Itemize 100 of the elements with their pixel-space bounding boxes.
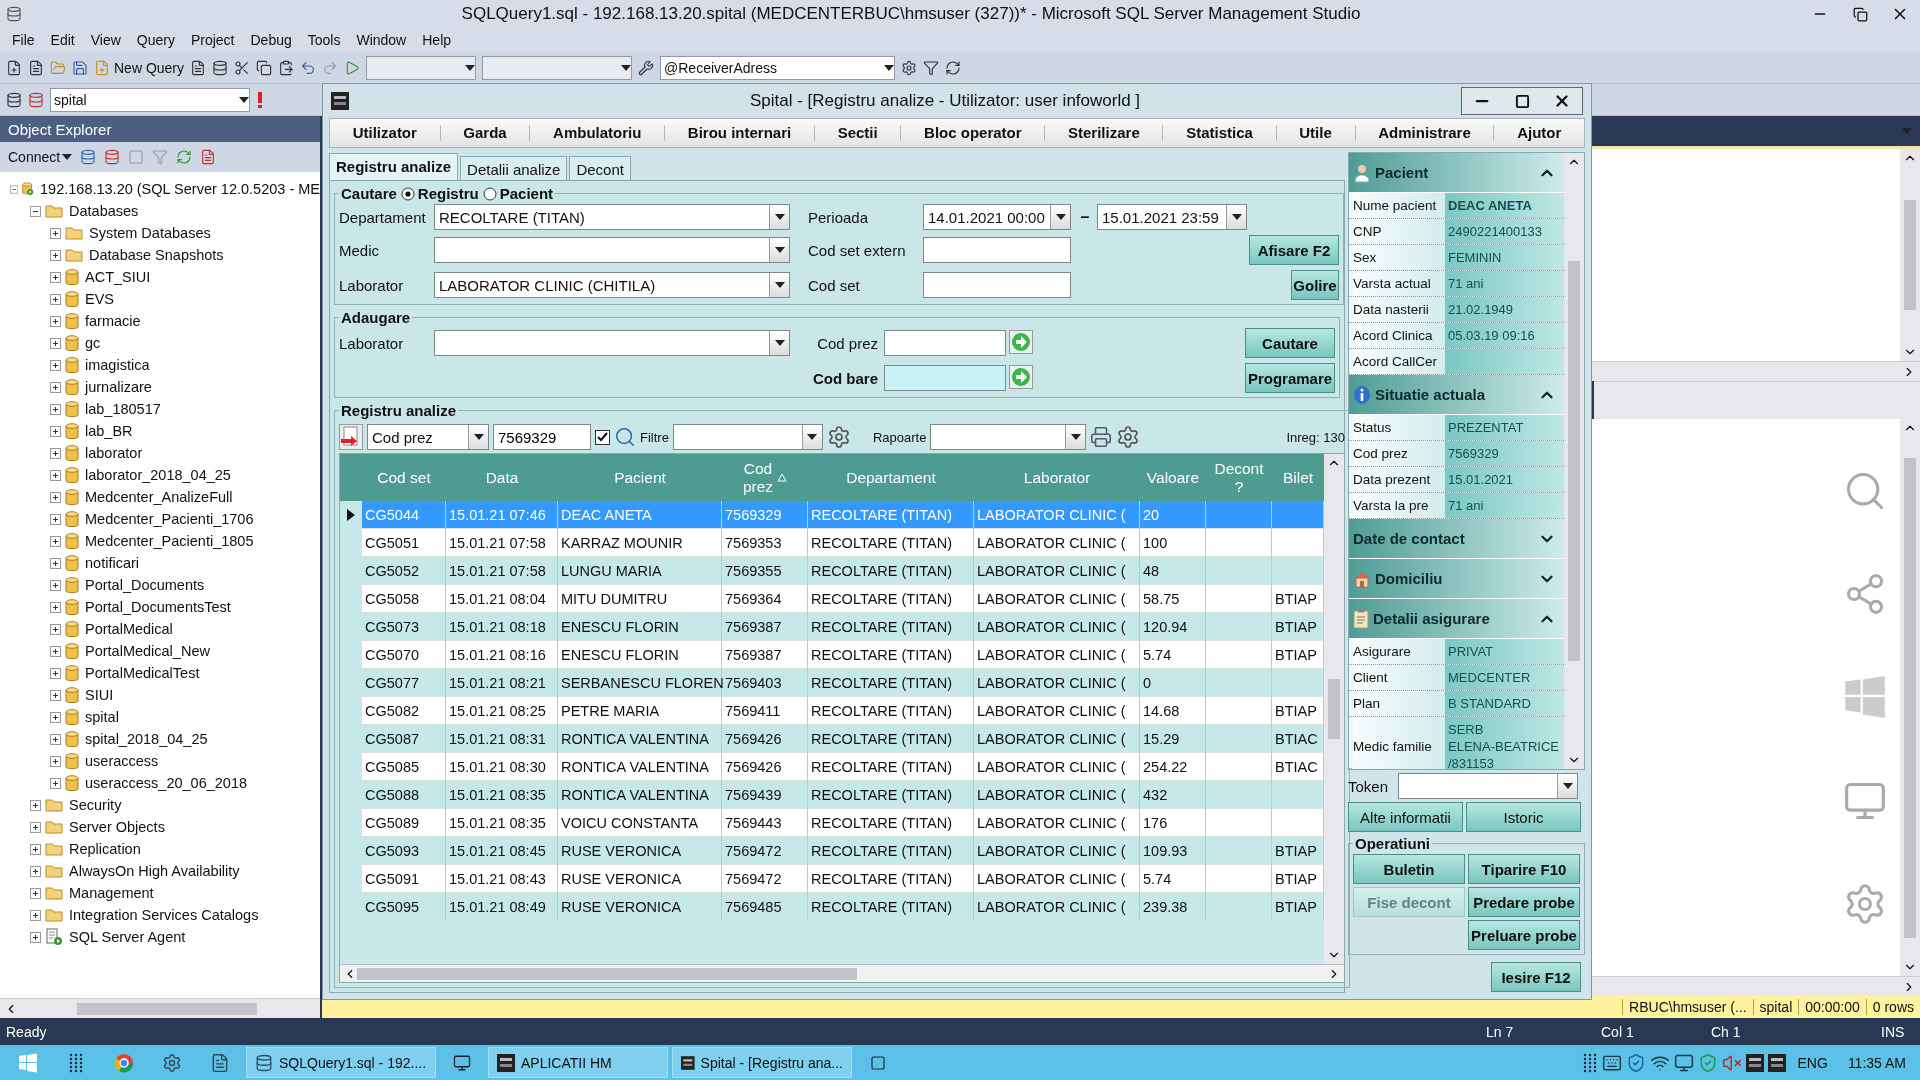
radio-icon[interactable] xyxy=(400,186,415,201)
search-icon[interactable] xyxy=(614,426,636,448)
menu-item[interactable]: Birou internari xyxy=(664,125,814,141)
exit-button[interactable]: Iesire F12 xyxy=(1491,962,1581,992)
tree-item[interactable]: Security xyxy=(69,797,122,813)
table-row[interactable]: CG5070 15.01.21 08:16 ENESCU FLORIN 7569387 RECOLTARE (TITAN) LABORATOR CLINIC ( 5.74 BTIAP xyxy=(340,641,1324,669)
dots-grid-icon[interactable] xyxy=(68,1052,84,1073)
expand-icon[interactable] xyxy=(30,843,41,855)
expand-icon[interactable] xyxy=(50,337,61,349)
expand-icon[interactable] xyxy=(50,359,61,371)
expand-icon[interactable] xyxy=(50,381,61,393)
dropdown[interactable]: Cod prez xyxy=(367,424,489,450)
radio-option[interactable]: Pacient xyxy=(482,185,554,202)
document-icon[interactable] xyxy=(190,59,207,76)
filter-icon[interactable] xyxy=(923,59,940,76)
table-row[interactable]: CG5091 15.01.21 08:43 RUSE VERONICA 7569472 RECOLTARE (TITAN) LABORATOR CLINIC ( 5.74 BTIAP xyxy=(340,865,1324,893)
window-icon[interactable] xyxy=(870,1054,886,1071)
section-header[interactable]: Detalii asigurare xyxy=(1349,599,1564,639)
expand-icon[interactable] xyxy=(50,733,61,745)
date-dropdown[interactable]: 15.01.2021 23:59 xyxy=(1097,204,1247,230)
language-indicator[interactable]: ENG xyxy=(1789,1054,1836,1071)
tree-item[interactable]: useraccess_20_06_2018 xyxy=(85,775,248,791)
dropdown[interactable]: @ReceiverAdress xyxy=(660,55,896,80)
dropdown[interactable] xyxy=(434,330,790,356)
tree-item[interactable]: jurnalizare xyxy=(85,379,152,395)
disconnect-icon[interactable] xyxy=(104,149,121,165)
browser-icon[interactable] xyxy=(114,1052,134,1073)
cut-icon[interactable] xyxy=(234,59,251,76)
document-icon[interactable] xyxy=(28,59,44,76)
tree-item[interactable]: Medcenter_Pacienti_1805 xyxy=(85,533,254,549)
tab[interactable]: Registru analize xyxy=(329,153,459,180)
radio-icon[interactable] xyxy=(482,186,497,201)
section-header[interactable]: Situatie actuala xyxy=(1349,375,1564,415)
expand-icon[interactable] xyxy=(50,711,61,723)
expand-icon[interactable] xyxy=(50,645,61,657)
tree-item[interactable]: lab_180517 xyxy=(85,401,161,417)
tree-item[interactable]: PortalMedical_New xyxy=(85,643,210,659)
export-icon[interactable] xyxy=(339,424,363,450)
go-arrow-icon[interactable] xyxy=(1009,330,1033,354)
expand-icon[interactable] xyxy=(50,557,61,569)
expand-icon[interactable] xyxy=(50,755,61,767)
paste-icon[interactable] xyxy=(278,59,295,76)
checkbox[interactable] xyxy=(595,429,610,445)
dots-grid-icon[interactable] xyxy=(1581,1052,1598,1073)
search-button[interactable]: Cautare xyxy=(1245,328,1335,358)
menu-item[interactable]: Tools xyxy=(299,30,349,50)
expand-icon[interactable] xyxy=(50,293,61,305)
database-dropdown[interactable]: spital xyxy=(50,87,250,112)
menu-item[interactable]: Utilizator xyxy=(330,125,440,141)
expand-icon[interactable] xyxy=(50,623,61,635)
tree-item[interactable]: spital_2018_04_25 xyxy=(85,731,208,747)
menu-item[interactable]: View xyxy=(82,30,129,50)
dropdown[interactable] xyxy=(672,424,823,450)
menu-item[interactable]: Administrare xyxy=(1354,125,1494,141)
menu-item[interactable]: Ambulatoriu xyxy=(529,125,665,141)
table-row[interactable]: CG5051 15.01.21 07:58 KARRAZ MOUNIR 7569353 RECOLTARE (TITAN) LABORATOR CLINIC ( 100 xyxy=(340,529,1324,557)
tree-item[interactable]: SIUI xyxy=(85,687,114,703)
tree-item[interactable]: PortalMedical xyxy=(85,621,173,637)
date-dropdown[interactable]: 14.01.2021 00:00 xyxy=(923,204,1071,230)
section-header[interactable]: Pacient xyxy=(1349,153,1564,193)
expand-icon[interactable] xyxy=(50,447,61,459)
expand-icon[interactable] xyxy=(50,601,61,613)
wrench-icon[interactable] xyxy=(638,59,655,76)
input-field[interactable] xyxy=(923,272,1071,298)
restore-icon[interactable] xyxy=(1852,6,1868,22)
input-field[interactable] xyxy=(884,330,1006,356)
new-query-button[interactable]: New Query xyxy=(94,59,185,76)
tree-item[interactable]: Database Snapshots xyxy=(89,247,224,263)
collapse-icon[interactable] xyxy=(30,205,41,217)
table-row[interactable]: CG5082 15.01.21 08:25 PETRE MARIA 7569411 RECOLTARE (TITAN) LABORATOR CLINIC ( 14.68 BTIAP xyxy=(340,697,1324,725)
tree-item[interactable]: useraccess xyxy=(85,753,159,769)
printer-icon[interactable] xyxy=(1090,426,1113,448)
expand-icon[interactable] xyxy=(50,535,61,547)
undo-icon[interactable] xyxy=(300,59,317,76)
connect-icon[interactable] xyxy=(80,149,97,165)
tree-item[interactable]: 192.168.13.20 (SQL Server 12.0.5203 - ME xyxy=(40,181,320,197)
menu-item[interactable]: Help xyxy=(414,30,460,50)
menu-item[interactable]: Sterilizare xyxy=(1044,125,1163,141)
expand-icon[interactable] xyxy=(50,491,61,503)
tree-item[interactable]: laborator xyxy=(85,445,143,461)
database-icon[interactable] xyxy=(255,1053,273,1072)
scrollbar-thumb[interactable] xyxy=(1568,261,1580,661)
action-button[interactable]: Predare probe xyxy=(1468,887,1580,917)
monitor-icon[interactable] xyxy=(453,1053,471,1072)
expand-icon[interactable] xyxy=(50,689,61,701)
tree-item[interactable]: imagistica xyxy=(85,357,150,373)
expand-icon[interactable] xyxy=(30,887,41,899)
menu-item[interactable]: Debug xyxy=(242,30,300,50)
menu-item[interactable]: Garda xyxy=(439,125,530,141)
table-row[interactable]: CG5085 15.01.21 08:30 RONTICA VALENTINA 7569426 RECOLTARE (TITAN) LABORATOR CLINIC ( 254.22 BTIAC xyxy=(340,753,1324,781)
menu-item[interactable]: Project xyxy=(182,30,243,50)
tree-item[interactable]: laborator_2018_04_25 xyxy=(85,467,231,483)
tree-item[interactable]: SQL Server Agent xyxy=(69,929,186,945)
menu-item[interactable]: Edit xyxy=(42,30,83,50)
schedule-button[interactable]: Programare xyxy=(1245,363,1335,393)
expand-icon[interactable] xyxy=(50,513,61,525)
tree-item[interactable]: ACT_SIUI xyxy=(85,269,151,285)
tree-item[interactable]: EVS xyxy=(85,291,114,307)
token-dropdown[interactable] xyxy=(1398,773,1579,799)
section-header[interactable]: Domiciliu xyxy=(1349,559,1564,599)
